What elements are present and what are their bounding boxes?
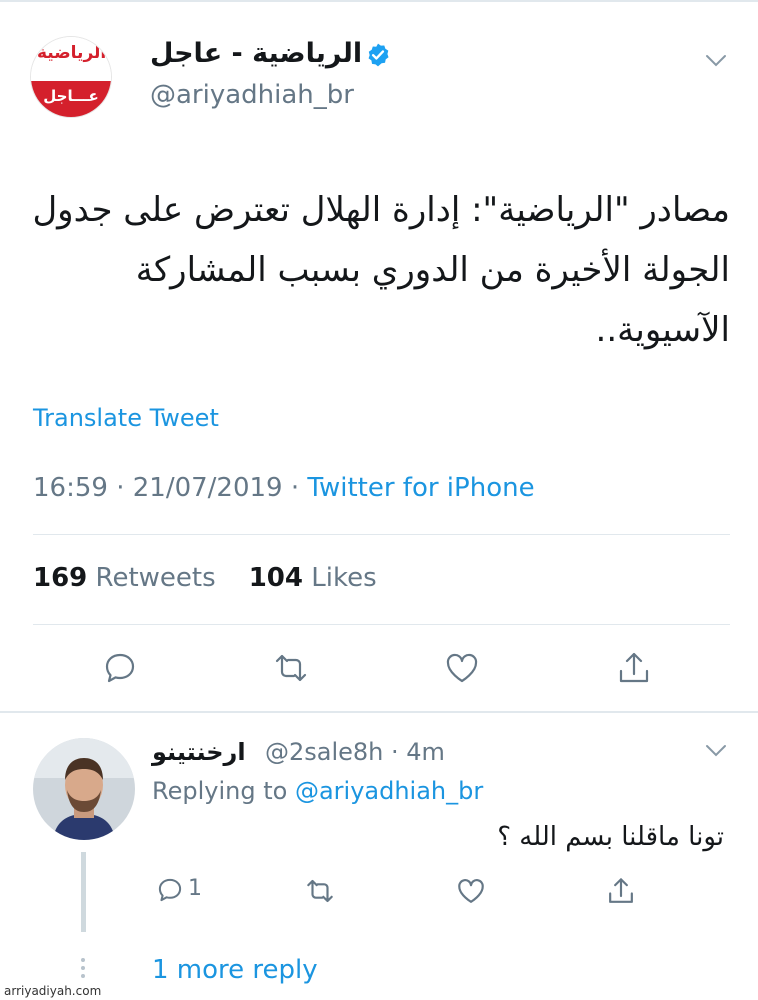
- reply-icon[interactable]: [102, 650, 138, 686]
- reply-reply-icon[interactable]: [156, 876, 184, 904]
- author-name[interactable]: الرياضية - عاجل: [150, 38, 362, 69]
- reply-text: تونا ماقلنا بسم الله ؟: [497, 822, 724, 852]
- replying-to-link[interactable]: @ariyadhiah_br: [295, 777, 483, 805]
- replying-to-line: Replying to @ariyadhiah_br: [152, 777, 483, 805]
- retweet-stat[interactable]: 169 Retweets: [33, 563, 216, 593]
- tweet-text: مصادر "الرياضية": إدارة الهلال تعترض على…: [32, 190, 730, 350]
- reply-author-name[interactable]: ارخنتينو: [152, 738, 246, 766]
- tweet-stats: 169 Retweets 104 Likes: [33, 563, 377, 593]
- meta-separator: ·: [290, 473, 308, 503]
- reply-handle-time[interactable]: @2sale8h · 4m: [265, 738, 445, 766]
- retweet-label: Retweets: [95, 563, 216, 593]
- reply-like-heart-icon[interactable]: [456, 876, 486, 906]
- logo-sub-text: عـــاجل: [43, 87, 99, 105]
- tweet-time: 16:59: [33, 473, 108, 503]
- site-watermark: arriyadiyah.com: [4, 984, 102, 998]
- replying-prefix: Replying to: [152, 777, 288, 805]
- share-icon[interactable]: [616, 650, 652, 686]
- chevron-down-icon[interactable]: [705, 54, 727, 68]
- show-more-replies-link[interactable]: 1 more reply: [152, 955, 318, 985]
- tweet-metadata: 16:59 · 21/07/2019 · Twitter for iPhone: [33, 473, 535, 503]
- author-handle[interactable]: @ariyadhiah_br: [150, 80, 354, 110]
- reply-author-avatar[interactable]: [33, 738, 135, 840]
- reply-reply-count: 1: [188, 876, 202, 901]
- retweet-count: 169: [33, 563, 88, 593]
- translate-tweet-link[interactable]: Translate Tweet: [33, 404, 219, 432]
- like-count: 104: [248, 563, 303, 593]
- tweet-date: 21/07/2019: [132, 473, 283, 503]
- reply-share-icon[interactable]: [606, 876, 636, 906]
- section-divider: [0, 711, 758, 713]
- profile-avatar-logo[interactable]: الرياضية عـــاجل: [30, 36, 112, 118]
- like-heart-icon[interactable]: [444, 650, 480, 686]
- thread-line: [81, 852, 86, 932]
- divider: [33, 534, 730, 535]
- reply-chevron-down-icon[interactable]: [705, 744, 727, 758]
- top-divider: [0, 0, 758, 2]
- like-label: Likes: [311, 563, 377, 593]
- like-stat[interactable]: 104 Likes: [249, 563, 377, 593]
- avatar-portrait-icon: [33, 738, 135, 840]
- meta-separator: ·: [116, 473, 133, 503]
- logo-brand-text: الرياضية: [37, 43, 107, 63]
- divider: [33, 624, 730, 625]
- more-replies-dots-icon: [81, 958, 86, 982]
- tweet-source-link[interactable]: Twitter for iPhone: [307, 473, 534, 503]
- verified-badge-icon: [368, 43, 389, 67]
- reply-retweet-icon[interactable]: [305, 876, 335, 906]
- retweet-icon[interactable]: [273, 650, 309, 686]
